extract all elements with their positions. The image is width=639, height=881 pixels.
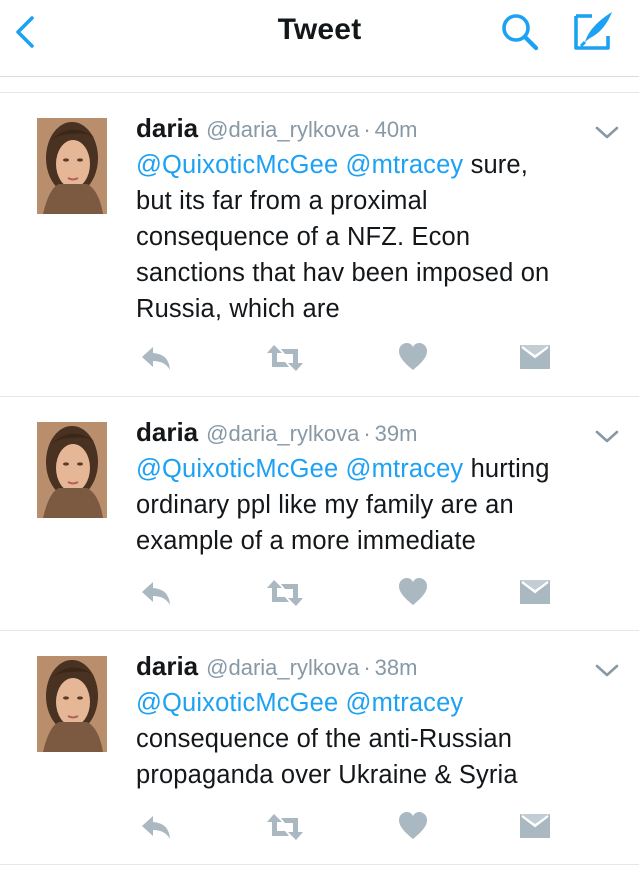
separator: · — [363, 655, 371, 680]
timestamp[interactable]: 38m — [375, 655, 418, 680]
tweet-line: Russia, which are — [136, 295, 340, 323]
mention-link[interactable]: @QuixoticMcGee — [136, 455, 338, 483]
mention-link[interactable]: @QuixoticMcGee — [136, 151, 338, 179]
compose-icon — [574, 12, 612, 50]
retweet-icon[interactable] — [265, 578, 305, 608]
tweet[interactable]: daria @daria_rylkova · 38m @QuixoticMcGee @… — [0, 631, 639, 865]
tweet-line: consequence of a NFZ. Econ — [136, 223, 471, 251]
heart-icon[interactable] — [398, 578, 428, 606]
tweet[interactable]: daria @daria_rylkova · 40m @QuixoticMcGee @… — [0, 93, 639, 397]
timestamp[interactable]: 39m — [375, 421, 418, 446]
separator: · — [363, 117, 371, 142]
tweet-text: @QuixoticMcGee @mtracey hurting ordinary… — [136, 451, 626, 559]
mention-link[interactable]: @mtracey — [346, 151, 464, 179]
search-icon — [502, 14, 539, 51]
tweet-line: ordinary ppl like my family are an — [136, 491, 514, 519]
tweet-header: daria @daria_rylkova · 38m — [136, 651, 417, 682]
username[interactable]: @daria_rylkova — [206, 117, 359, 142]
separator: · — [363, 421, 371, 446]
tweet-line: example of a more immediate — [136, 527, 476, 555]
avatar[interactable] — [37, 118, 107, 214]
heart-icon[interactable] — [398, 343, 428, 371]
retweet-icon[interactable] — [265, 343, 305, 373]
tweet-header: daria @daria_rylkova · 40m — [136, 113, 417, 144]
mention-link[interactable]: @mtracey — [346, 689, 464, 717]
chevron-down-icon[interactable] — [594, 429, 620, 445]
tweet-actions — [0, 578, 639, 618]
mention-link[interactable]: @mtracey — [346, 455, 464, 483]
tweet-text: @QuixoticMcGee @mtracey sure, but its fa… — [136, 147, 626, 327]
retweet-icon[interactable] — [265, 812, 305, 842]
tweet[interactable]: daria @daria_rylkova · 39m @QuixoticMcGee @… — [0, 397, 639, 631]
tweet-header: daria @daria_rylkova · 39m — [136, 417, 417, 448]
chevron-down-icon[interactable] — [594, 125, 620, 141]
section-gap — [0, 77, 639, 93]
tweet-text: @QuixoticMcGee @mtracey consequence of t… — [136, 685, 626, 793]
tweet-line: consequence of the anti-Russian — [136, 725, 513, 753]
reply-icon[interactable] — [139, 578, 173, 608]
compose-button[interactable] — [572, 8, 618, 54]
display-name[interactable]: daria — [136, 113, 198, 143]
tweet-line: but its far from a proximal — [136, 187, 428, 215]
reply-icon[interactable] — [139, 343, 173, 373]
mention-link[interactable]: @QuixoticMcGee — [136, 689, 338, 717]
search-button[interactable] — [498, 10, 544, 54]
reply-icon[interactable] — [139, 812, 173, 842]
divider — [0, 864, 639, 865]
chevron-down-icon[interactable] — [594, 663, 620, 679]
timestamp[interactable]: 40m — [375, 117, 418, 142]
tweet-line: sure, — [463, 151, 529, 179]
tweet-actions — [0, 343, 639, 383]
direct-message-icon[interactable] — [519, 343, 551, 371]
direct-message-icon[interactable] — [519, 578, 551, 606]
avatar[interactable] — [37, 422, 107, 518]
tweet-line: propaganda over Ukraine & Syria — [136, 761, 518, 789]
heart-icon[interactable] — [398, 812, 428, 840]
username[interactable]: @daria_rylkova — [206, 655, 359, 680]
display-name[interactable]: daria — [136, 417, 198, 447]
display-name[interactable]: daria — [136, 651, 198, 681]
tweet-line: sanctions that hav been imposed on — [136, 259, 550, 287]
tweet-actions — [0, 812, 639, 852]
username[interactable]: @daria_rylkova — [206, 421, 359, 446]
avatar[interactable] — [37, 656, 107, 752]
direct-message-icon[interactable] — [519, 812, 551, 840]
nav-bar: Tweet — [0, 0, 639, 77]
tweet-line: hurting — [463, 455, 550, 483]
